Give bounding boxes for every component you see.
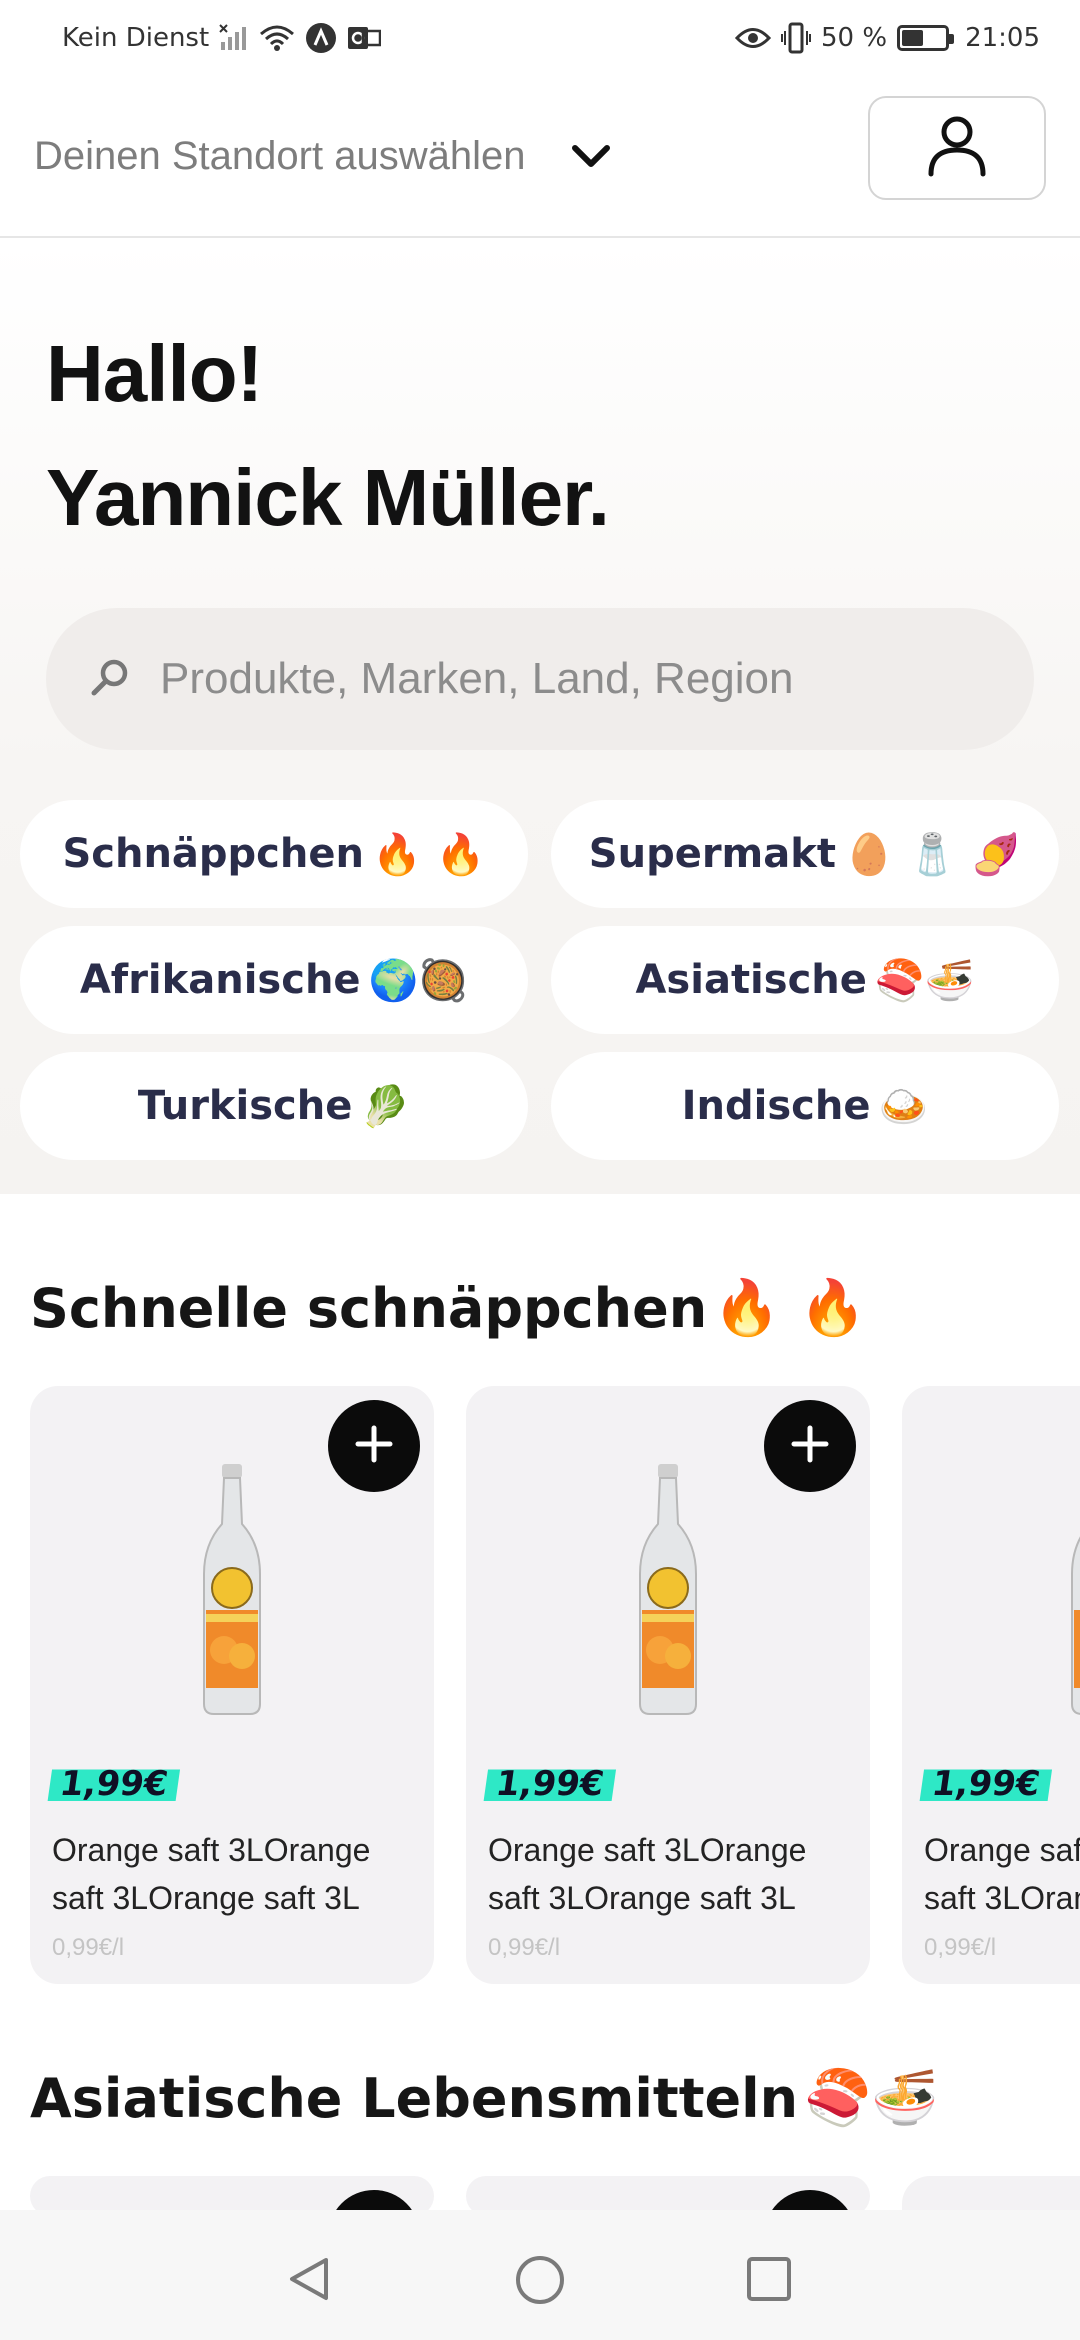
search-icon xyxy=(86,653,134,706)
product-price: 1,99€ xyxy=(919,1764,1053,1804)
orange-juice-bottle-image xyxy=(202,1464,262,1721)
fire-emoji-icon: 🔥 🔥 xyxy=(713,1276,867,1339)
sushi-ramen-emoji-icon: 🍣🍜 xyxy=(804,2066,939,2129)
section-title-text: Schnelle schnäppchen xyxy=(30,1276,708,1340)
globe-paella-emoji-icon: 🌍🥘 xyxy=(368,957,469,1004)
wifi-icon xyxy=(259,24,295,52)
section-title-text: Asiatische Lebensmitteln xyxy=(30,2066,799,2130)
clock: 21:05 xyxy=(965,23,1040,53)
product-price: 1,99€ xyxy=(483,1764,617,1804)
category-label: Supermakt xyxy=(588,831,836,877)
no-signal-icon xyxy=(219,24,249,52)
grocery-emoji-icon: 🥚 🧂 🍠 xyxy=(843,831,1022,878)
battery-percent: 50 % xyxy=(821,23,888,53)
user-icon xyxy=(927,114,987,183)
outlook-icon xyxy=(347,24,382,52)
add-to-cart-button[interactable] xyxy=(764,1400,856,1492)
category-chip-schnaeppchen[interactable]: Schnäppchen 🔥 🔥 xyxy=(20,800,528,908)
vibrate-icon xyxy=(781,22,811,54)
orange-juice-bottle-image xyxy=(638,1464,698,1721)
back-triangle-icon[interactable] xyxy=(284,2254,334,2309)
carrier-label: Kein Dienst xyxy=(62,23,210,53)
recents-square-icon[interactable] xyxy=(744,2254,794,2309)
status-bar: Kein Dienst 50 % 21:05 xyxy=(0,0,1080,76)
product-unit-price: 0,99€/l xyxy=(924,1934,997,1961)
product-card[interactable]: 1,99€ Orange saft 3LOrange saft 3LOrange… xyxy=(902,1386,1080,1984)
account-button[interactable] xyxy=(868,96,1046,200)
product-name: Orange saft 3LOrange saft 3LOrange saft … xyxy=(52,1832,371,1916)
section-title-deals: Schnelle schnäppchen 🔥 🔥 xyxy=(30,1276,866,1340)
category-label: Schnäppchen xyxy=(62,831,364,877)
category-label: Asiatische xyxy=(635,957,867,1003)
system-navigation-bar xyxy=(0,2210,1080,2340)
category-chip-indische[interactable]: Indische 🍛 xyxy=(551,1052,1059,1160)
curry-emoji-icon: 🍛 xyxy=(878,1083,929,1130)
category-chip-asiatische[interactable]: Asiatische 🍣🍜 xyxy=(551,926,1059,1034)
product-name: Orange saft 3LOrange saft 3LOrange saft … xyxy=(488,1832,807,1916)
plus-icon xyxy=(352,1422,396,1471)
hero-section: Hallo! Yannick Müller. Produkte, Marken,… xyxy=(0,240,1080,1194)
app-notification-icon xyxy=(305,22,337,54)
product-unit-price: 0,99€/l xyxy=(488,1934,561,1961)
search-placeholder: Produkte, Marken, Land, Region xyxy=(160,654,794,703)
category-label: Turkische xyxy=(137,1083,353,1129)
category-label: Afrikanische xyxy=(79,957,361,1003)
plus-icon xyxy=(788,1422,832,1471)
orange-juice-bottle-image xyxy=(1070,1464,1080,1721)
add-to-cart-button[interactable] xyxy=(328,1400,420,1492)
chevron-down-icon[interactable] xyxy=(569,142,613,177)
eye-comfort-icon xyxy=(735,25,771,51)
greeting-title: Hallo! xyxy=(46,329,263,418)
search-input[interactable]: Produkte, Marken, Land, Region xyxy=(46,608,1034,750)
category-chip-supermarkt[interactable]: Supermakt 🥚 🧂 🍠 xyxy=(551,800,1059,908)
greeting-user-name: Yannick Müller. xyxy=(46,453,610,542)
category-label: Indische xyxy=(681,1083,871,1129)
battery-icon xyxy=(897,25,955,51)
product-name: Orange saft 3LOrange saft 3LOrange saft … xyxy=(924,1832,1080,1916)
sushi-ramen-emoji-icon: 🍣🍜 xyxy=(874,957,975,1004)
category-chip-turkische[interactable]: Turkische 🥬 xyxy=(20,1052,528,1160)
category-chip-afrikanische[interactable]: Afrikanische 🌍🥘 xyxy=(20,926,528,1034)
section-title-asian: Asiatische Lebensmitteln 🍣🍜 xyxy=(30,2066,939,2130)
product-card[interactable]: 1,99€ Orange saft 3LOrange saft 3LOrange… xyxy=(30,1386,434,1984)
top-bar: Deinen Standort auswählen xyxy=(0,76,1080,238)
product-card[interactable]: 1,99€ Orange saft 3LOrange saft 3LOrange… xyxy=(466,1386,870,1984)
leafy-green-emoji-icon: 🥬 xyxy=(360,1083,411,1130)
product-unit-price: 0,99€/l xyxy=(52,1934,125,1961)
product-price: 1,99€ xyxy=(47,1764,181,1804)
location-selector[interactable]: Deinen Standort auswählen xyxy=(34,134,525,179)
fire-emoji-icon: 🔥 🔥 xyxy=(371,831,486,878)
home-circle-icon[interactable] xyxy=(514,2254,566,2311)
